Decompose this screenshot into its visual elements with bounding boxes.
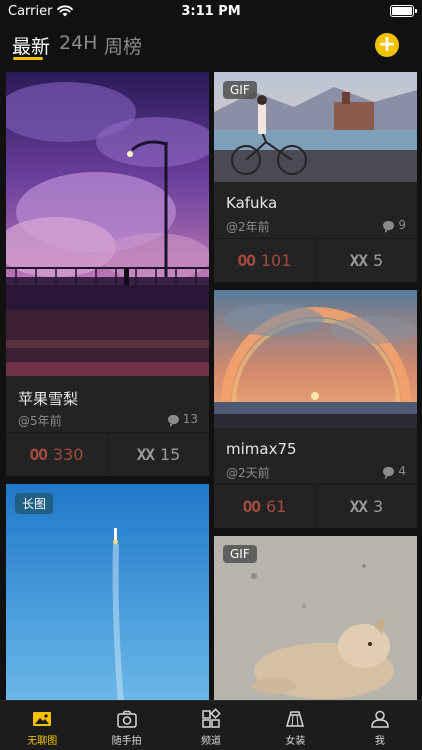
downvote-button[interactable]: XX 15 bbox=[107, 433, 209, 476]
tabbar-item-snapshot[interactable]: 随手拍 bbox=[84, 701, 168, 750]
downvote-mark: XX bbox=[349, 251, 368, 270]
carrier-label: Carrier bbox=[8, 3, 53, 19]
wifi-icon bbox=[57, 5, 74, 17]
post-time: @5年前 bbox=[18, 414, 62, 428]
vote-row: OO 330 XX 15 bbox=[6, 432, 209, 476]
post-card[interactable]: 苹果雪梨 @5年前 13 OO 330 XX 15 bbox=[6, 72, 209, 476]
comment-count-value: 9 bbox=[398, 218, 406, 232]
post-image[interactable] bbox=[6, 484, 209, 700]
comment-count[interactable]: 13 bbox=[167, 412, 198, 427]
picture-icon bbox=[33, 712, 52, 726]
upvote-button[interactable]: OO 101 bbox=[214, 239, 315, 282]
downvote-count: 3 bbox=[373, 497, 384, 516]
upvote-count: 330 bbox=[52, 445, 84, 464]
person-icon bbox=[371, 710, 389, 728]
tabbar-item-fashion[interactable]: 女装 bbox=[253, 701, 337, 750]
comment-count-value: 13 bbox=[182, 412, 198, 426]
upvote-count: 101 bbox=[260, 251, 292, 270]
post-image[interactable] bbox=[214, 290, 417, 428]
post-card[interactable]: 长图 bbox=[6, 484, 209, 700]
tabbar-label: 我 bbox=[374, 736, 385, 747]
tabbar-label: 频道 bbox=[201, 736, 222, 747]
tab-24h[interactable]: 24H bbox=[59, 32, 97, 54]
tabbar-item-me[interactable]: 我 bbox=[338, 701, 422, 750]
gif-badge: GIF bbox=[223, 545, 257, 563]
comment-icon bbox=[167, 414, 179, 427]
image-feed[interactable]: 苹果雪梨 @5年前 13 OO 330 XX 15 GIF Kafuka @2年… bbox=[0, 68, 422, 700]
upvote-count: 61 bbox=[265, 497, 287, 516]
upvote-mark: OO bbox=[237, 251, 256, 270]
battery-icon bbox=[390, 5, 417, 17]
downvote-count: 15 bbox=[159, 445, 181, 464]
downvote-button[interactable]: XX 3 bbox=[315, 485, 417, 528]
comment-count-value: 4 bbox=[398, 464, 406, 478]
tabbar-label: 女装 bbox=[285, 736, 306, 747]
post-time: @2天前 bbox=[226, 466, 270, 480]
vote-row: OO 61 XX 3 bbox=[214, 484, 417, 528]
comment-icon bbox=[383, 220, 395, 233]
tabbar-item-channels[interactable]: 频道 bbox=[169, 701, 253, 750]
skirt-icon bbox=[286, 711, 305, 727]
tabbar-item-boring-pics[interactable]: 无聊图 bbox=[0, 701, 84, 750]
grid-icon bbox=[202, 708, 221, 728]
upvote-button[interactable]: OO 330 bbox=[6, 433, 107, 476]
long-image-badge: 长图 bbox=[15, 493, 54, 514]
downvote-count: 5 bbox=[373, 251, 384, 270]
post-author[interactable]: 苹果雪梨 bbox=[18, 388, 78, 409]
post-author[interactable]: mimax75 bbox=[226, 440, 297, 458]
post-card[interactable]: mimax75 @2天前 4 OO 61 XX 3 bbox=[214, 290, 417, 528]
comment-icon bbox=[383, 466, 395, 479]
upvote-mark: OO bbox=[242, 497, 261, 516]
downvote-button[interactable]: XX 5 bbox=[315, 239, 417, 282]
post-author[interactable]: Kafuka bbox=[226, 194, 277, 212]
header: 最新 24H 周榜 + bbox=[0, 26, 422, 66]
tabbar-label: 随手拍 bbox=[111, 736, 142, 747]
post-card[interactable]: GIF Kafuka @2年前 9 OO 101 XX 5 bbox=[214, 72, 417, 282]
post-time: @2年前 bbox=[226, 220, 270, 234]
gif-badge: GIF bbox=[223, 81, 257, 99]
bottom-tab-bar: 无聊图 随手拍 频道 女装 我 bbox=[0, 700, 422, 750]
downvote-mark: XX bbox=[136, 445, 155, 464]
status-left: Carrier bbox=[8, 3, 74, 19]
camera-icon bbox=[116, 710, 137, 728]
tabbar-label: 无聊图 bbox=[27, 736, 58, 747]
tab-weekly[interactable]: 周榜 bbox=[104, 32, 142, 59]
tab-latest[interactable]: 最新 bbox=[12, 32, 50, 59]
comment-count[interactable]: 4 bbox=[383, 464, 406, 479]
upvote-mark: OO bbox=[29, 445, 48, 464]
post-image[interactable] bbox=[6, 72, 209, 376]
active-tab-indicator bbox=[13, 57, 43, 60]
add-post-button[interactable]: + bbox=[375, 33, 399, 57]
vote-row: OO 101 XX 5 bbox=[214, 238, 417, 282]
downvote-mark: XX bbox=[349, 497, 368, 516]
status-bar: Carrier 3:11 PM bbox=[0, 0, 422, 22]
comment-count[interactable]: 9 bbox=[383, 218, 406, 233]
post-card[interactable]: GIF bbox=[214, 536, 417, 700]
upvote-button[interactable]: OO 61 bbox=[214, 485, 315, 528]
